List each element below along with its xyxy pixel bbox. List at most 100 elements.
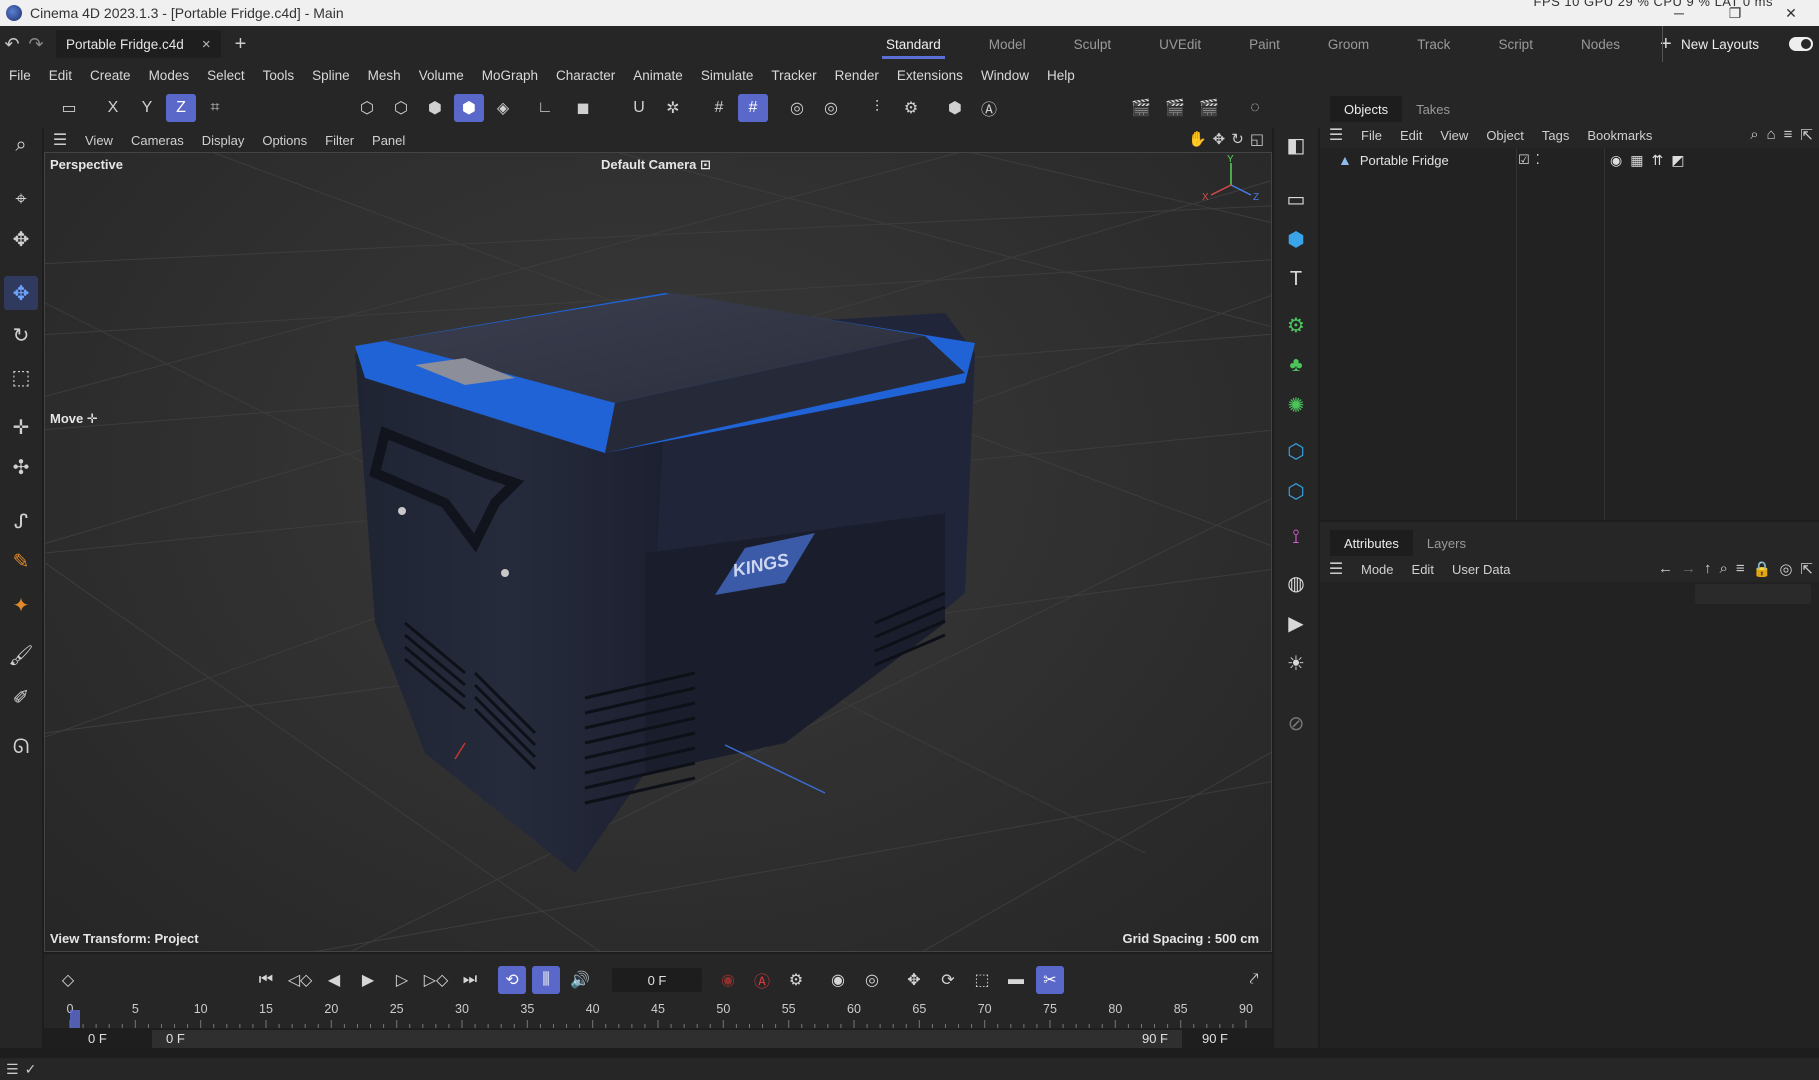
new-document-icon[interactable]: +: [235, 33, 247, 56]
edit-render-settings-icon[interactable]: 🎬: [1194, 94, 1224, 122]
model-mode-icon[interactable]: ⬢: [454, 94, 484, 122]
objects-menu-tags[interactable]: Tags: [1533, 128, 1578, 143]
menu-create[interactable]: Create: [81, 68, 140, 83]
attributes-menu-mode[interactable]: Mode: [1352, 562, 1403, 577]
go-to-end-icon[interactable]: ⏭: [456, 966, 484, 994]
transform-tool-icon[interactable]: ✛: [4, 410, 38, 444]
objects-menu-object[interactable]: Object: [1477, 128, 1533, 143]
viewport-menu-view[interactable]: View: [76, 133, 122, 148]
next-key-icon[interactable]: ▷◇: [422, 966, 450, 994]
magnet-tool-icon[interactable]: ᘏ: [4, 730, 38, 764]
dolly-icon[interactable]: ✥: [1213, 130, 1226, 148]
object-row[interactable]: ▲ Portable Fridge ☑ ⁚ ◉ ▦ ⇈ ◩: [1320, 148, 1819, 172]
material-tag-icon[interactable]: ◉: [1610, 152, 1622, 169]
layout-tab-track[interactable]: Track: [1393, 26, 1474, 62]
workplane-icon[interactable]: #: [738, 94, 768, 122]
up-arrow-icon[interactable]: ↑: [1704, 560, 1712, 578]
minimize-button[interactable]: ─: [1651, 0, 1707, 26]
menu-file[interactable]: File: [0, 68, 40, 83]
symmetry-icon[interactable]: ⫶: [862, 94, 892, 122]
character-icon[interactable]: ⟟: [1279, 520, 1313, 554]
undo-icon[interactable]: ↶: [0, 34, 24, 55]
menu-window[interactable]: Window: [972, 68, 1038, 83]
tab-objects[interactable]: Objects: [1330, 96, 1403, 122]
playhead[interactable]: [70, 1010, 80, 1028]
layout-tab-uvedit[interactable]: UVEdit: [1135, 26, 1225, 62]
preview-range-bar[interactable]: 0 F 0 F 90 F 90 F: [44, 1028, 1272, 1050]
live-selection-icon[interactable]: ⌖: [4, 182, 38, 216]
coordinate-system-icon[interactable]: ⌗: [200, 94, 230, 122]
menu-mesh[interactable]: Mesh: [359, 68, 410, 83]
objects-menu-file[interactable]: File: [1352, 128, 1391, 143]
status-check-icon[interactable]: ✓: [25, 1061, 37, 1078]
edges-mode-icon[interactable]: ⬡: [386, 94, 416, 122]
viewport-menu-panel[interactable]: Panel: [363, 133, 414, 148]
material-icon[interactable]: ⬢: [940, 94, 970, 122]
back-arrow-icon[interactable]: ←: [1658, 560, 1673, 578]
field-icon[interactable]: ⬡: [1279, 434, 1313, 468]
knife-tool-icon[interactable]: ᔑ: [4, 504, 38, 538]
autokey-icon[interactable]: Ⓐ: [748, 966, 776, 994]
menu-render[interactable]: Render: [826, 68, 888, 83]
menu-tools[interactable]: Tools: [254, 68, 304, 83]
spline-rectangle-icon[interactable]: ▭: [1279, 182, 1313, 216]
key-rotation-icon[interactable]: ◎: [858, 966, 886, 994]
range-slider[interactable]: 0 F 90 F: [152, 1030, 1182, 1048]
layout-tab-paint[interactable]: Paint: [1225, 26, 1304, 62]
lock-icon[interactable]: 🔒: [1753, 560, 1772, 578]
axis-z-lock[interactable]: Z: [166, 94, 196, 122]
placement-tool-icon[interactable]: ✣: [4, 450, 38, 484]
3d-viewport[interactable]: KINGS Y X Z Perspective Default Camera ⊡…: [44, 152, 1272, 952]
move-tool-icon[interactable]: ✥: [4, 276, 38, 310]
viewport-menu-options[interactable]: Options: [253, 133, 316, 148]
new-window-icon[interactable]: ⇱: [1800, 126, 1813, 144]
menu-mograph[interactable]: MoGraph: [473, 68, 547, 83]
menu-select[interactable]: Select: [198, 68, 254, 83]
key-settings-icon[interactable]: ⚙: [782, 966, 810, 994]
objects-menu-bookmarks[interactable]: Bookmarks: [1578, 128, 1661, 143]
scale-tool-icon[interactable]: ⬚: [4, 360, 38, 394]
layout-toggle[interactable]: [1789, 37, 1813, 51]
fcurve-icon[interactable]: ⤤: [1240, 966, 1268, 994]
filter-icon[interactable]: ≡: [1736, 560, 1745, 578]
forward-arrow-icon[interactable]: →: [1681, 560, 1696, 578]
sculpt-tool-icon[interactable]: ✐: [4, 680, 38, 714]
render-settings-icon[interactable]: ◎: [816, 94, 846, 122]
brush-tool-icon[interactable]: 🖌: [4, 638, 38, 672]
attributes-hamburger-icon[interactable]: ☰: [1320, 559, 1352, 579]
orbit-icon[interactable]: ↻: [1231, 130, 1244, 148]
objects-hamburger-icon[interactable]: ☰: [1320, 125, 1352, 145]
attributes-menu-edit[interactable]: Edit: [1403, 562, 1443, 577]
previous-frame-icon[interactable]: ◀: [320, 966, 348, 994]
snap-settings-icon[interactable]: ✲: [658, 94, 688, 122]
render-region-icon[interactable]: ◎: [782, 94, 812, 122]
start-frame-field[interactable]: 0 F: [88, 1031, 107, 1046]
layout-tab-script[interactable]: Script: [1474, 26, 1557, 62]
menu-spline[interactable]: Spline: [303, 68, 359, 83]
status-menu-icon[interactable]: ☰: [6, 1061, 19, 1078]
pan-icon[interactable]: ✋: [1188, 130, 1207, 148]
search-icon[interactable]: ⌕: [4, 128, 38, 162]
filter-icon[interactable]: ≡: [1784, 126, 1793, 144]
layout-panel-icon[interactable]: ◧: [1279, 128, 1313, 162]
camera-object-icon[interactable]: ▶: [1279, 606, 1313, 640]
close-document-icon[interactable]: ×: [202, 36, 211, 53]
menu-animate[interactable]: Animate: [624, 68, 692, 83]
deformer-icon[interactable]: ✺: [1279, 388, 1313, 422]
menu-help[interactable]: Help: [1038, 68, 1084, 83]
attributes-menu-user-data[interactable]: User Data: [1443, 562, 1520, 577]
menu-edit[interactable]: Edit: [40, 68, 81, 83]
menu-simulate[interactable]: Simulate: [692, 68, 763, 83]
text-icon[interactable]: T: [1279, 262, 1313, 296]
key-rotate-icon[interactable]: ⟳: [934, 966, 962, 994]
spline-tools-icon[interactable]: ✦: [4, 588, 38, 622]
tab-takes[interactable]: Takes: [1402, 96, 1464, 122]
polygons-mode-icon[interactable]: ⬢: [420, 94, 450, 122]
cloner-icon[interactable]: ♣: [1279, 348, 1313, 382]
keyframe-diamond-icon[interactable]: ◇: [54, 966, 82, 994]
loop-icon[interactable]: ⟲: [498, 966, 526, 994]
playback-rate-icon[interactable]: ⫼: [532, 966, 560, 994]
layout-tab-groom[interactable]: Groom: [1304, 26, 1393, 62]
axis-mode-icon[interactable]: ∟: [530, 94, 560, 122]
snap-magnet-icon[interactable]: U: [624, 94, 654, 122]
